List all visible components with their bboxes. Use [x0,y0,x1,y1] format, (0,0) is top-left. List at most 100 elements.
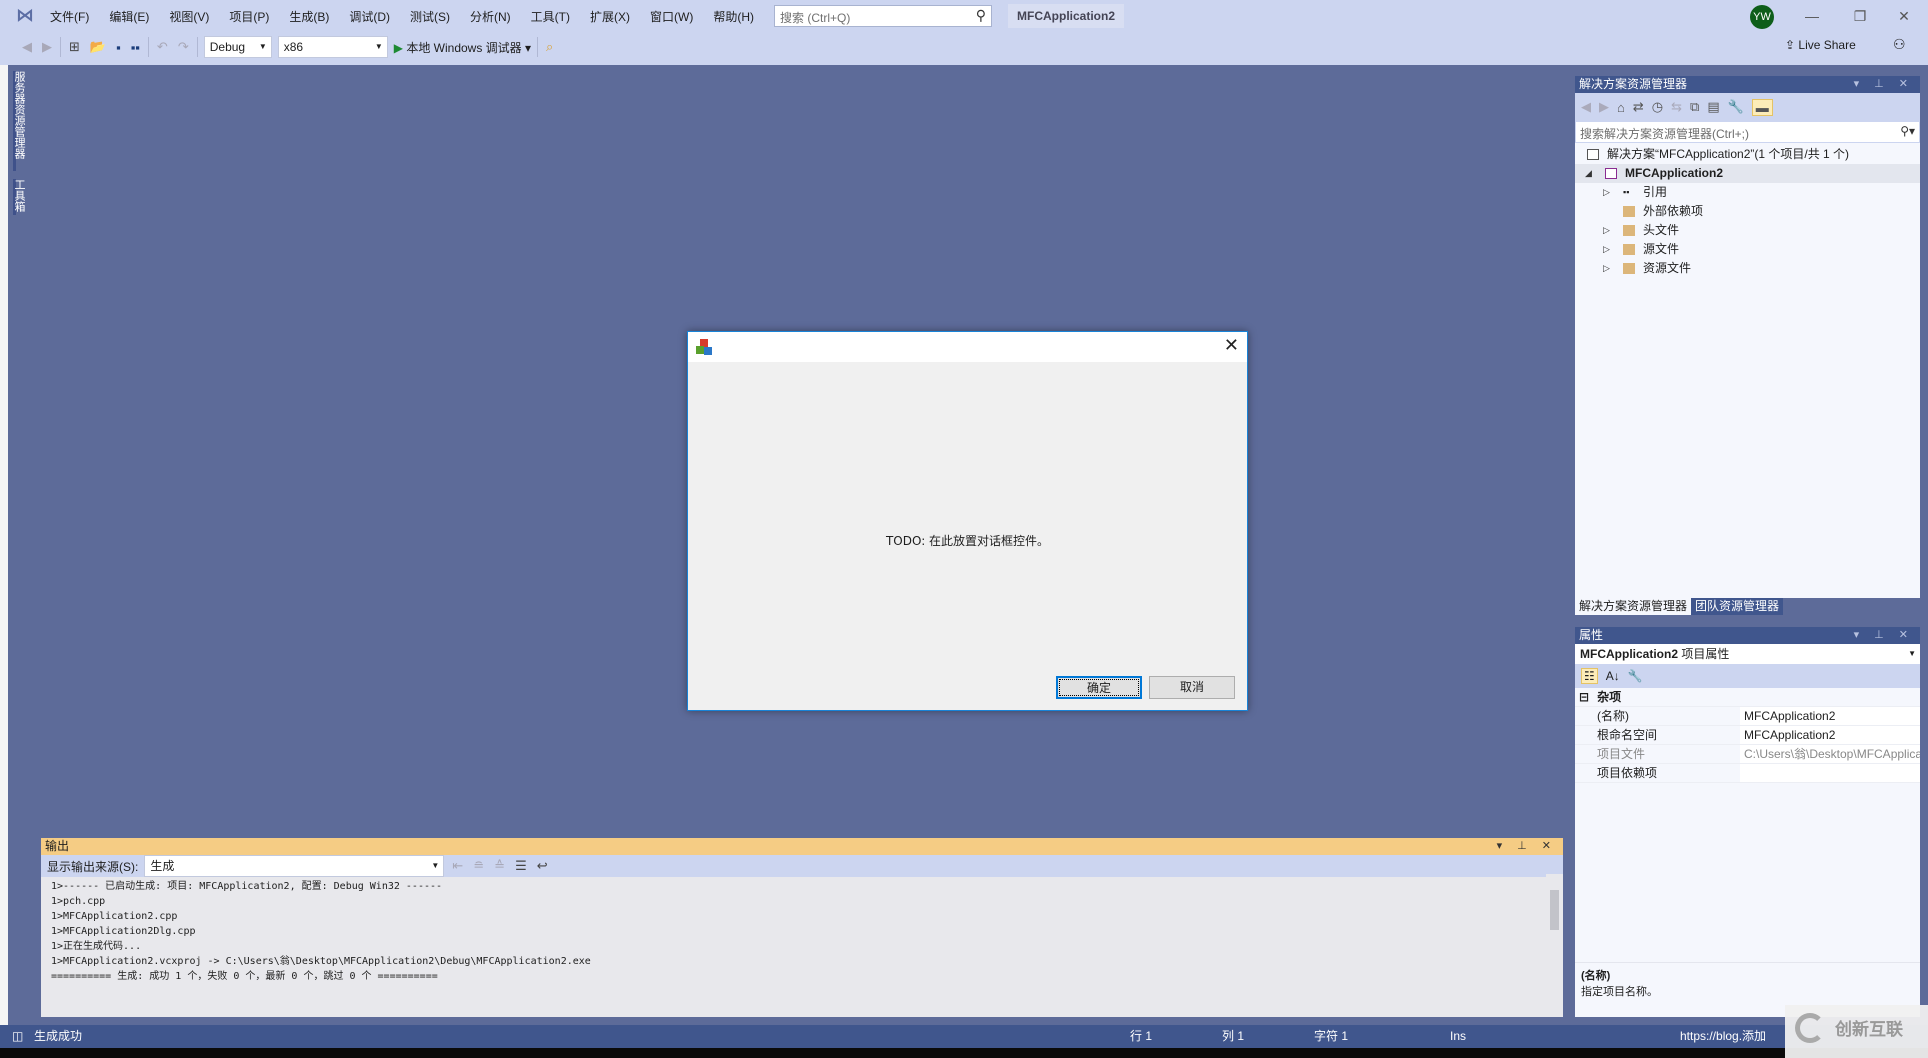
property-row[interactable]: 项目依赖项 [1575,764,1920,783]
configuration-dropdown[interactable]: Debug ▼ [203,36,272,58]
forward-icon[interactable]: ▶ [1599,99,1609,115]
panel-controls[interactable]: ▾ ⊥ ✕ [1854,627,1914,644]
next-message-icon[interactable]: ≙ [492,858,507,874]
object-selector[interactable]: MFCApplication2 项目属性 ▼ [1575,644,1920,664]
categorized-icon[interactable]: ☷ [1581,668,1598,684]
go-to-location-icon[interactable]: ⇤ [450,858,465,874]
menu-window[interactable]: 窗口(W) [640,7,703,27]
forward-icon[interactable]: ▶ [40,39,54,55]
menu-file[interactable]: 文件(F) [40,7,99,27]
property-name: 项目依赖项 [1597,766,1658,780]
tree-item-references[interactable]: ▷ ▪▪ 引用 [1575,183,1920,202]
menu-analyze[interactable]: 分析(N) [460,7,521,27]
menu-extensions[interactable]: 扩展(X) [580,7,640,27]
property-value[interactable]: MFCApplication2 [1740,726,1920,744]
dialog-title-bar: ✕ [688,332,1247,362]
menu-edit[interactable]: 编辑(E) [99,7,159,27]
close-button[interactable]: ✕ [1884,4,1924,28]
status-bar: ◫ 生成成功 行 1 列 1 字符 1 Ins https://blog.添加 [0,1025,1928,1048]
tree-item-resource-files[interactable]: ▷ 资源文件 [1575,259,1920,278]
menu-view[interactable]: 视图(V) [159,7,219,27]
property-row[interactable]: (名称) MFCApplication2 [1575,707,1920,726]
save-all-icon[interactable]: ▪▪ [129,40,142,55]
tree-label: 头文件 [1643,223,1680,237]
show-all-files-icon[interactable]: ▤ [1707,99,1719,115]
status-url: https://blog.添加 [1680,1029,1767,1043]
panel-controls[interactable]: ▾ ⊥ ✕ [1854,76,1914,93]
properties-wrench-icon[interactable]: 🔧 [1728,99,1744,115]
menu-test[interactable]: 测试(S) [400,7,460,27]
word-wrap-icon[interactable]: ↩ [535,858,550,874]
minimize-button[interactable]: — [1792,4,1832,28]
collapsed-icon[interactable]: ▷ [1603,183,1610,202]
tab-toolbox[interactable]: 工具箱 [13,179,27,215]
collapse-icon[interactable]: ⊟ [1575,688,1589,706]
output-source-dropdown[interactable]: 生成 ▼ [144,855,445,877]
feedback-icon[interactable]: ⚇ [1893,36,1906,53]
undo-icon[interactable]: ↶ [155,39,170,55]
previous-message-icon[interactable]: ≘ [471,858,486,874]
panel-tabs: 解决方案资源管理器 团队资源管理器 [1575,598,1784,615]
find-in-files-icon[interactable]: ⌕ [544,39,555,55]
restore-button[interactable]: ❐ [1840,4,1880,28]
search-input[interactable]: 搜索 (Ctrl+Q) ⚲ [774,5,992,27]
menu-help[interactable]: 帮助(H) [703,7,764,27]
divider [60,37,61,57]
watermark-text: 创新互联 [1835,1020,1903,1039]
menu-tools[interactable]: 工具(T) [521,7,580,27]
back-icon[interactable]: ◀ [1581,99,1591,115]
property-pages-wrench-icon[interactable]: 🔧 [1628,669,1643,683]
panel-title: 属性 ▾ ⊥ ✕ [1575,627,1920,644]
folder-icon [1623,225,1635,236]
category-row[interactable]: ⊟ 杂项 [1575,688,1920,707]
live-share-button[interactable]: ⇪ Live Share [1785,38,1856,52]
tab-team-explorer[interactable]: 团队资源管理器 [1691,598,1784,615]
cancel-button[interactable]: 取消 [1149,676,1235,699]
save-icon[interactable]: ▪ [114,40,123,55]
output-scrollbar[interactable] [1546,874,1563,1002]
property-row[interactable]: 根命名空间 MFCApplication2 [1575,726,1920,745]
tab-solution-explorer[interactable]: 解决方案资源管理器 [1575,598,1692,615]
tab-server-explorer[interactable]: 服务器资源管理器 [13,71,27,171]
tree-item-project[interactable]: ◢ MFCApplication2 [1575,164,1920,183]
pending-changes-icon[interactable]: ◷ [1652,99,1663,115]
home-icon[interactable]: ⌂ [1617,100,1625,115]
scrollbar-thumb[interactable] [1550,890,1559,930]
dialog-close-button[interactable]: ✕ [1224,335,1239,356]
sync-icon[interactable]: ⇆ [1671,99,1682,115]
output-line: 1>MFCApplication2Dlg.cpp [51,926,196,937]
output-toolbar: 显示输出来源(S): 生成 ▼ ⇤ ≘ ≙ ☰ ↩ [41,855,1563,877]
property-value[interactable] [1740,764,1920,782]
collapse-all-icon[interactable]: ⧉ [1690,99,1699,115]
panel-controls[interactable]: ▾ ⊥ ✕ [1497,838,1557,855]
clear-all-icon[interactable]: ☰ [513,858,529,874]
tree-label: 源文件 [1643,242,1680,256]
collapsed-icon[interactable]: ▷ [1603,259,1610,278]
ok-button[interactable]: 确定 [1056,676,1142,699]
collapsed-icon[interactable]: ▷ [1603,221,1610,240]
new-project-icon[interactable]: ⊞ [67,39,82,55]
collapsed-icon[interactable]: ▷ [1603,240,1610,259]
avatar[interactable]: YW [1750,5,1774,29]
back-icon[interactable]: ◀ [20,39,34,55]
folder-icon [1623,263,1635,274]
switch-views-icon[interactable]: ⇄ [1633,99,1644,115]
tree-item-source-files[interactable]: ▷ 源文件 [1575,240,1920,259]
object-name: MFCApplication2 [1580,647,1678,661]
menu-project[interactable]: 项目(P) [219,7,279,27]
property-value[interactable]: MFCApplication2 [1740,707,1920,725]
tree-item-solution[interactable]: 解决方案“MFCApplication2”(1 个项目/共 1 个) [1575,145,1920,164]
open-file-icon[interactable]: 📂 [88,39,108,55]
alphabetical-icon[interactable]: A↓ [1606,669,1620,683]
menu-build[interactable]: 生成(B) [279,7,339,27]
tree-item-header-files[interactable]: ▷ 头文件 [1575,221,1920,240]
menu-debug[interactable]: 调试(D) [339,7,400,27]
property-row[interactable]: 项目文件 C:\Users\翁\Desktop\MFCApplication2\M… [1575,745,1920,764]
tree-item-external-deps[interactable]: 外部依赖项 [1575,202,1920,221]
platform-dropdown[interactable]: x86 ▼ [277,36,388,58]
output-text[interactable]: 1>------ 已启动生成: 项目: MFCApplication2, 配置:… [41,877,1563,986]
redo-icon[interactable]: ↷ [176,39,191,55]
start-debugging-button[interactable]: ▶ 本地 Windows 调试器 ▾ [394,39,531,56]
solution-search-input[interactable]: 搜索解决方案资源管理器(Ctrl+;) ⚲▾ [1575,121,1920,143]
preview-selected-icon[interactable]: ▬ [1751,98,1773,116]
